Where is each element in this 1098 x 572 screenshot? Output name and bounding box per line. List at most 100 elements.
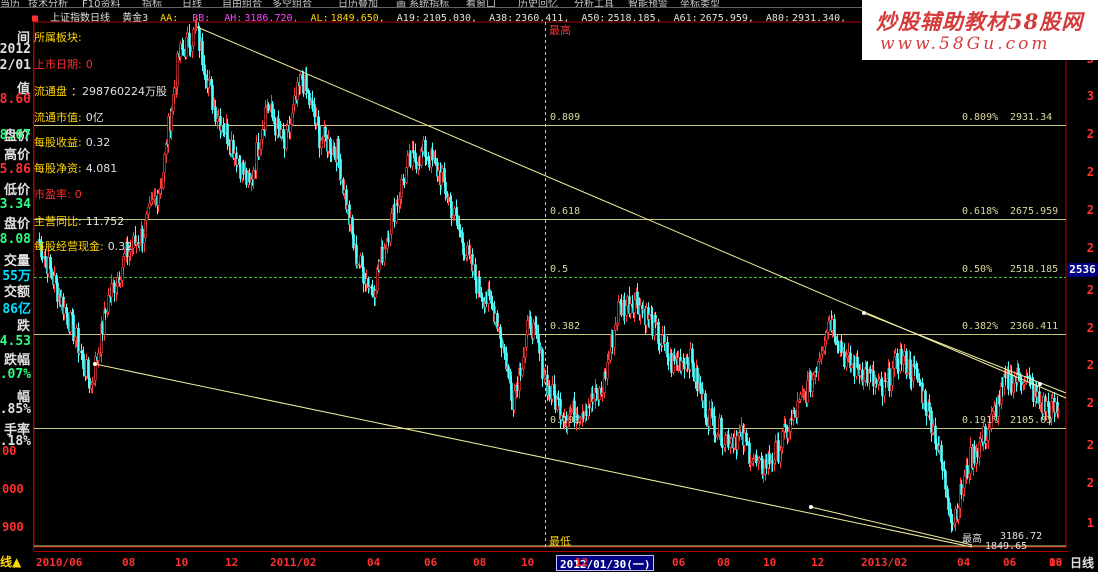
candle-body	[204, 74, 207, 81]
candle-body	[324, 127, 327, 138]
candle-body	[223, 131, 226, 134]
info-value: 0亿	[85, 111, 104, 124]
y-axis-right-label: 2	[1086, 358, 1094, 372]
watermark-url: www.58Gu.com	[880, 34, 1051, 54]
candle-body	[806, 380, 809, 403]
y-axis-right-label: 2	[1086, 165, 1094, 179]
x-axis-label: 2013/02	[861, 556, 908, 569]
info-key: 主营同比:	[34, 215, 82, 228]
candle-body	[378, 261, 381, 270]
y-axis-left-label: 00	[2, 444, 17, 458]
candle-body	[182, 48, 185, 51]
y-axis-right-label: 2	[1086, 396, 1094, 410]
x-axis-label: 04	[367, 556, 381, 569]
y-axis-left-label: 000	[2, 482, 24, 496]
candle-body	[940, 445, 943, 463]
y-axis-right-label: 2	[1086, 476, 1094, 490]
info-row: 每股经营现金: 0.32	[34, 238, 132, 254]
candle-body	[510, 382, 513, 401]
candle-body	[157, 193, 160, 206]
candle-body	[160, 187, 163, 189]
candle-body	[548, 386, 551, 396]
candle-body	[289, 123, 292, 133]
candle-body	[211, 85, 214, 110]
y-axis-right-label: 2	[1086, 127, 1094, 141]
candle-body	[935, 443, 938, 447]
candle-body	[170, 110, 173, 131]
candle-body	[101, 323, 104, 335]
y-axis-right-label: 3	[1086, 89, 1094, 103]
plot-frame	[33, 21, 1067, 548]
candle-body	[705, 417, 708, 422]
candle-body	[916, 368, 919, 380]
info-key: 所属板块:	[34, 31, 82, 44]
candle-body	[245, 170, 248, 185]
candle-body	[233, 153, 236, 159]
candle-body	[208, 79, 211, 81]
candle-body	[50, 268, 53, 278]
candle-body	[491, 302, 494, 308]
info-row: 流通市值: 0亿	[34, 109, 104, 125]
y-axis-right-label: 2	[1086, 438, 1094, 452]
fib-pct-label: 0.809%	[962, 111, 999, 123]
y-axis-left-label: 900	[2, 520, 24, 534]
candle-body	[947, 497, 950, 510]
candle-body	[840, 341, 843, 353]
x-axis-label: 08	[717, 556, 731, 569]
candle-body	[784, 424, 787, 428]
fib-value-label: 2931.34	[1010, 111, 1053, 123]
candle-body	[513, 390, 516, 411]
y-axis-right-label: 2	[1086, 321, 1094, 335]
candle-body	[985, 440, 988, 444]
candle-body	[957, 507, 960, 520]
candle-body	[311, 100, 314, 105]
info-key: 上市日期:	[34, 58, 82, 71]
lower-trendline	[94, 363, 973, 548]
high-label: 最高	[962, 534, 982, 545]
pivot-point	[1038, 382, 1042, 386]
candle-body	[592, 398, 595, 403]
x-axis-label: 2010/06	[36, 556, 83, 569]
candle-body	[186, 32, 189, 39]
info-value: 4.081	[85, 162, 118, 175]
candle-body	[400, 178, 403, 198]
x-axis-label: 06	[424, 556, 438, 569]
candle-body	[217, 116, 220, 119]
y-axis-right-label: 2	[1086, 203, 1094, 217]
fib-ratio-label: 0.5	[550, 263, 569, 275]
candle-body	[371, 286, 374, 296]
fib-value-label: 2360.411	[1010, 320, 1059, 332]
candle-body	[236, 158, 239, 166]
candle-body	[226, 123, 229, 145]
info-value: 11.752	[85, 215, 125, 228]
candle-body	[163, 154, 166, 173]
period-label[interactable]: 日线	[1070, 554, 1094, 571]
candle-body	[1045, 401, 1048, 412]
candle-body	[891, 368, 894, 386]
candle-body	[434, 157, 437, 164]
candle-body	[541, 349, 544, 380]
candle-body	[856, 356, 859, 368]
candle-body	[812, 374, 815, 380]
candle-body	[362, 267, 365, 284]
candle-body	[119, 279, 122, 283]
info-value: 0.32	[85, 136, 111, 149]
candle-body	[113, 282, 116, 293]
x-axis-label: 12	[225, 556, 239, 569]
candle-body	[686, 357, 689, 365]
candle-body	[1057, 411, 1060, 414]
candle-body	[699, 382, 702, 391]
candle-body	[711, 408, 714, 417]
candle-body	[123, 253, 126, 257]
candle-body	[277, 118, 280, 129]
info-value: 0.32	[107, 240, 133, 253]
info-key: 流通市值:	[34, 111, 82, 124]
lower-trendline-2	[810, 506, 973, 546]
candle-body	[239, 163, 242, 179]
fib-ratio-label: 0.618	[550, 205, 581, 217]
candle-body	[793, 410, 796, 415]
candle-body	[928, 402, 931, 412]
fib-ratio-label: 0.809	[550, 111, 581, 123]
candle-body	[529, 316, 532, 329]
candle-body	[339, 158, 342, 181]
